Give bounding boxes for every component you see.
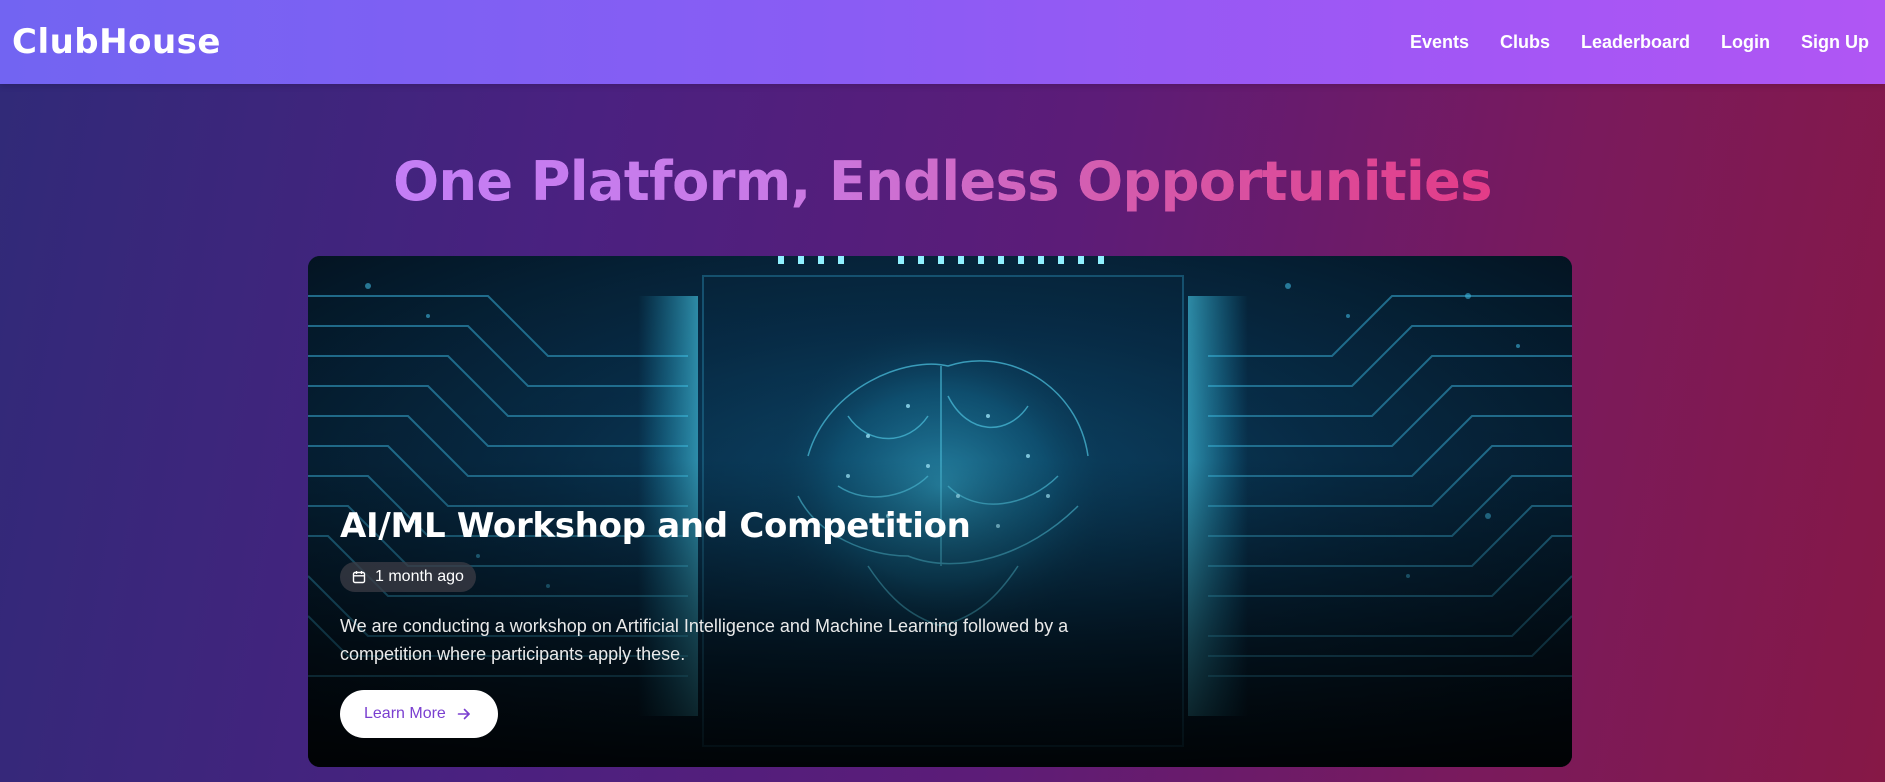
nav-link-leaderboard[interactable]: Leaderboard [1581,32,1690,53]
nav-link-clubs[interactable]: Clubs [1500,32,1550,53]
top-navbar: ClubHouse Events Clubs Leaderboard Login… [0,0,1885,84]
event-date-text: 1 month ago [375,568,464,585]
event-card-content: AI/ML Workshop and Competition 1 month a… [340,504,1200,738]
site-logo[interactable]: ClubHouse [12,22,221,62]
event-date-badge: 1 month ago [340,562,476,592]
nav-link-events[interactable]: Events [1410,32,1469,53]
calendar-icon [352,570,366,584]
learn-more-label: Learn More [364,705,446,722]
nav-link-signup[interactable]: Sign Up [1801,32,1869,53]
nav-link-login[interactable]: Login [1721,32,1770,53]
event-description: We are conducting a workshop on Artifici… [340,616,1069,664]
featured-event-card: AI/ML Workshop and Competition 1 month a… [308,256,1572,767]
learn-more-button[interactable]: Learn More [340,690,498,738]
nav-links: Events Clubs Leaderboard Login Sign Up [1379,32,1869,53]
arrow-right-icon [456,706,472,722]
event-title: AI/ML Workshop and Competition [340,506,971,546]
hero-title: One Platform, Endless Opportunities [0,150,1885,214]
hero-title-text: One Platform, Endless Opportunities [393,150,1492,213]
